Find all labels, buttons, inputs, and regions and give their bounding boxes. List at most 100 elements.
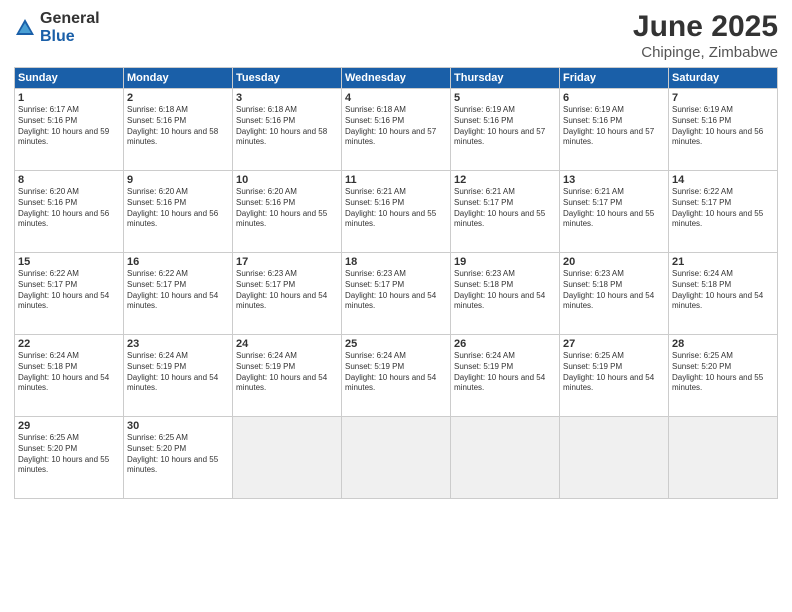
calendar-cell: 5 Sunrise: 6:19 AMSunset: 5:16 PMDayligh… [451,89,560,171]
day-info: Sunrise: 6:20 AMSunset: 5:16 PMDaylight:… [236,187,338,230]
day-info: Sunrise: 6:24 AMSunset: 5:19 PMDaylight:… [236,351,338,394]
calendar-cell: 17 Sunrise: 6:23 AMSunset: 5:17 PMDaylig… [233,253,342,335]
calendar-cell [342,417,451,499]
day-info: Sunrise: 6:22 AMSunset: 5:17 PMDaylight:… [127,269,229,312]
col-thursday: Thursday [451,68,560,89]
day-number: 7 [672,92,774,104]
calendar-cell: 8 Sunrise: 6:20 AMSunset: 5:16 PMDayligh… [15,171,124,253]
calendar-header-row: Sunday Monday Tuesday Wednesday Thursday… [15,68,778,89]
logo: General Blue [14,10,100,46]
calendar-body: 1 Sunrise: 6:17 AMSunset: 5:16 PMDayligh… [15,89,778,499]
day-number: 3 [236,92,338,104]
table-row: 22 Sunrise: 6:24 AMSunset: 5:18 PMDaylig… [15,335,778,417]
col-sunday: Sunday [15,68,124,89]
day-number: 1 [18,92,120,104]
calendar-cell: 2 Sunrise: 6:18 AMSunset: 5:16 PMDayligh… [124,89,233,171]
day-number: 14 [672,174,774,186]
calendar: Sunday Monday Tuesday Wednesday Thursday… [14,67,778,499]
day-number: 27 [563,338,665,350]
day-info: Sunrise: 6:17 AMSunset: 5:16 PMDaylight:… [18,105,120,148]
page: General Blue June 2025 Chipinge, Zimbabw… [0,0,792,612]
day-info: Sunrise: 6:24 AMSunset: 5:19 PMDaylight:… [345,351,447,394]
day-number: 28 [672,338,774,350]
calendar-cell [669,417,778,499]
day-info: Sunrise: 6:21 AMSunset: 5:17 PMDaylight:… [563,187,665,230]
title-area: June 2025 Chipinge, Zimbabwe [633,10,778,61]
day-info: Sunrise: 6:19 AMSunset: 5:16 PMDaylight:… [672,105,774,148]
day-number: 29 [18,420,120,432]
day-number: 12 [454,174,556,186]
location-title: Chipinge, Zimbabwe [633,44,778,61]
header: General Blue June 2025 Chipinge, Zimbabw… [14,10,778,61]
day-info: Sunrise: 6:23 AMSunset: 5:17 PMDaylight:… [345,269,447,312]
day-number: 4 [345,92,447,104]
table-row: 1 Sunrise: 6:17 AMSunset: 5:16 PMDayligh… [15,89,778,171]
day-info: Sunrise: 6:19 AMSunset: 5:16 PMDaylight:… [563,105,665,148]
day-info: Sunrise: 6:25 AMSunset: 5:19 PMDaylight:… [563,351,665,394]
day-info: Sunrise: 6:23 AMSunset: 5:18 PMDaylight:… [454,269,556,312]
calendar-cell: 16 Sunrise: 6:22 AMSunset: 5:17 PMDaylig… [124,253,233,335]
day-number: 26 [454,338,556,350]
day-number: 19 [454,256,556,268]
day-info: Sunrise: 6:25 AMSunset: 5:20 PMDaylight:… [127,433,229,476]
calendar-cell: 9 Sunrise: 6:20 AMSunset: 5:16 PMDayligh… [124,171,233,253]
calendar-cell [560,417,669,499]
calendar-cell [451,417,560,499]
day-number: 9 [127,174,229,186]
day-info: Sunrise: 6:18 AMSunset: 5:16 PMDaylight:… [345,105,447,148]
day-info: Sunrise: 6:20 AMSunset: 5:16 PMDaylight:… [18,187,120,230]
day-info: Sunrise: 6:25 AMSunset: 5:20 PMDaylight:… [18,433,120,476]
day-number: 10 [236,174,338,186]
day-number: 21 [672,256,774,268]
col-monday: Monday [124,68,233,89]
col-tuesday: Tuesday [233,68,342,89]
day-number: 20 [563,256,665,268]
day-info: Sunrise: 6:21 AMSunset: 5:16 PMDaylight:… [345,187,447,230]
calendar-cell: 28 Sunrise: 6:25 AMSunset: 5:20 PMDaylig… [669,335,778,417]
calendar-cell: 3 Sunrise: 6:18 AMSunset: 5:16 PMDayligh… [233,89,342,171]
table-row: 15 Sunrise: 6:22 AMSunset: 5:17 PMDaylig… [15,253,778,335]
calendar-cell: 13 Sunrise: 6:21 AMSunset: 5:17 PMDaylig… [560,171,669,253]
calendar-cell: 11 Sunrise: 6:21 AMSunset: 5:16 PMDaylig… [342,171,451,253]
calendar-cell: 6 Sunrise: 6:19 AMSunset: 5:16 PMDayligh… [560,89,669,171]
day-info: Sunrise: 6:18 AMSunset: 5:16 PMDaylight:… [236,105,338,148]
day-number: 15 [18,256,120,268]
day-number: 22 [18,338,120,350]
day-info: Sunrise: 6:22 AMSunset: 5:17 PMDaylight:… [672,187,774,230]
day-number: 23 [127,338,229,350]
calendar-cell: 26 Sunrise: 6:24 AMSunset: 5:19 PMDaylig… [451,335,560,417]
calendar-cell: 4 Sunrise: 6:18 AMSunset: 5:16 PMDayligh… [342,89,451,171]
calendar-cell: 10 Sunrise: 6:20 AMSunset: 5:16 PMDaylig… [233,171,342,253]
day-number: 16 [127,256,229,268]
day-number: 25 [345,338,447,350]
month-title: June 2025 [633,10,778,44]
day-number: 30 [127,420,229,432]
calendar-cell: 29 Sunrise: 6:25 AMSunset: 5:20 PMDaylig… [15,417,124,499]
day-number: 17 [236,256,338,268]
logo-text: General Blue [40,10,100,46]
logo-blue: Blue [40,28,75,45]
day-info: Sunrise: 6:23 AMSunset: 5:18 PMDaylight:… [563,269,665,312]
day-number: 6 [563,92,665,104]
day-number: 18 [345,256,447,268]
col-friday: Friday [560,68,669,89]
calendar-cell: 30 Sunrise: 6:25 AMSunset: 5:20 PMDaylig… [124,417,233,499]
day-info: Sunrise: 6:24 AMSunset: 5:19 PMDaylight:… [454,351,556,394]
day-number: 2 [127,92,229,104]
calendar-cell: 19 Sunrise: 6:23 AMSunset: 5:18 PMDaylig… [451,253,560,335]
day-info: Sunrise: 6:24 AMSunset: 5:18 PMDaylight:… [672,269,774,312]
day-info: Sunrise: 6:20 AMSunset: 5:16 PMDaylight:… [127,187,229,230]
calendar-cell [233,417,342,499]
day-info: Sunrise: 6:24 AMSunset: 5:19 PMDaylight:… [127,351,229,394]
calendar-cell: 25 Sunrise: 6:24 AMSunset: 5:19 PMDaylig… [342,335,451,417]
day-number: 13 [563,174,665,186]
day-info: Sunrise: 6:24 AMSunset: 5:18 PMDaylight:… [18,351,120,394]
col-saturday: Saturday [669,68,778,89]
day-info: Sunrise: 6:23 AMSunset: 5:17 PMDaylight:… [236,269,338,312]
calendar-cell: 27 Sunrise: 6:25 AMSunset: 5:19 PMDaylig… [560,335,669,417]
day-info: Sunrise: 6:21 AMSunset: 5:17 PMDaylight:… [454,187,556,230]
day-info: Sunrise: 6:19 AMSunset: 5:16 PMDaylight:… [454,105,556,148]
calendar-cell: 23 Sunrise: 6:24 AMSunset: 5:19 PMDaylig… [124,335,233,417]
calendar-cell: 15 Sunrise: 6:22 AMSunset: 5:17 PMDaylig… [15,253,124,335]
calendar-cell: 14 Sunrise: 6:22 AMSunset: 5:17 PMDaylig… [669,171,778,253]
